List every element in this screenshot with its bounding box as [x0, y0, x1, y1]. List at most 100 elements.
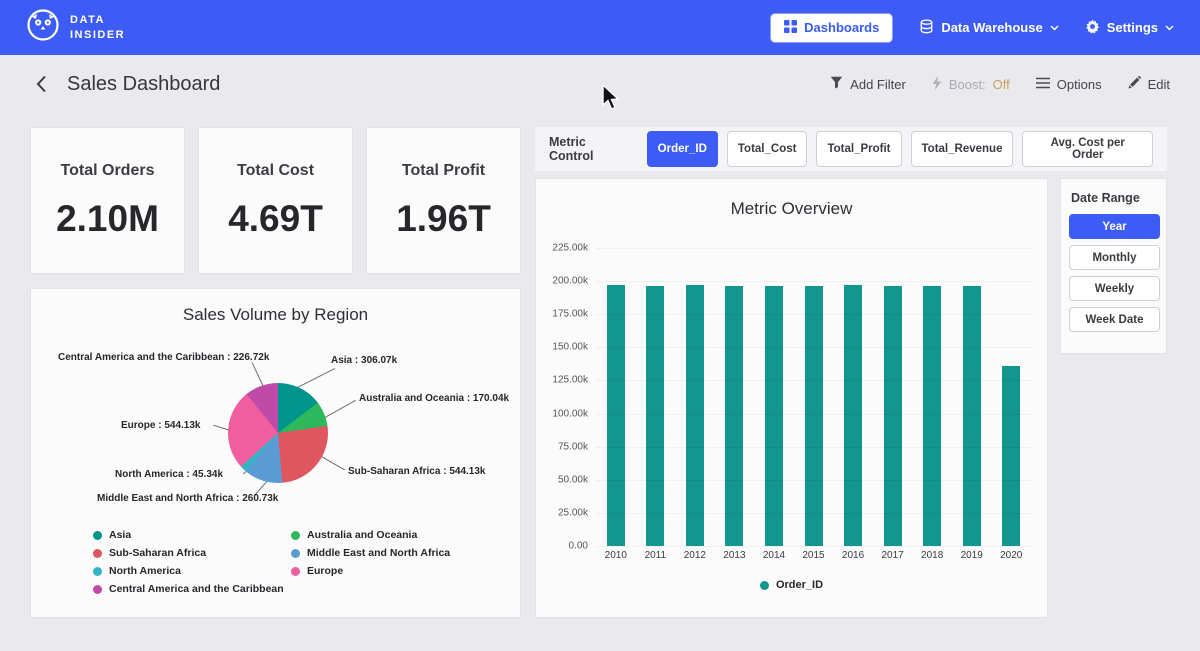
kpi-label: Total Cost	[237, 162, 314, 180]
bar-slot	[912, 248, 952, 546]
legend-label: Middle East and North Africa	[307, 547, 450, 559]
legend-label: Central America and the Caribbean	[109, 583, 284, 595]
bar-2012[interactable]	[686, 285, 704, 546]
edit-button[interactable]: Edit	[1128, 76, 1170, 92]
bar-chart-card: Metric Overview 225.00k200.00k175.00k150…	[535, 178, 1048, 618]
kpi-value: 4.69T	[228, 198, 323, 240]
gridline	[596, 447, 1031, 448]
bar-2011[interactable]	[646, 286, 664, 546]
pie-chart-card: Sales Volume by Region Asia : 306.07k Au…	[30, 288, 521, 618]
metric-option-total-profit[interactable]: Total_Profit	[816, 131, 901, 167]
legend-dot	[291, 531, 300, 540]
database-icon	[919, 19, 934, 37]
boost-label: Boost:	[949, 77, 986, 92]
bar-2016[interactable]	[844, 285, 862, 546]
bar-slot	[952, 248, 992, 546]
brand-logo[interactable]: DATA INSIDER	[26, 8, 125, 47]
bar-slot	[873, 248, 913, 546]
pie-legend-item-asia[interactable]: Asia	[93, 529, 291, 541]
kpi-value: 1.96T	[396, 198, 491, 240]
y-tick-label: 225.00k	[552, 243, 588, 254]
legend-dot	[93, 531, 102, 540]
metric-option-total-revenue[interactable]: Total_Revenue	[911, 131, 1014, 167]
legend-dot	[291, 567, 300, 576]
y-tick-label: 100.00k	[552, 408, 588, 419]
pie-label-north-america: North America : 45.34k	[115, 469, 223, 480]
date-range-option-year[interactable]: Year	[1069, 214, 1160, 239]
bar-2014[interactable]	[765, 286, 783, 546]
legend-label: North America	[109, 565, 181, 577]
metric-control-buttons: Order_IDTotal_CostTotal_Profit Total_Reve…	[647, 131, 1153, 167]
options-button[interactable]: Options	[1036, 77, 1102, 92]
x-axis-labels: 2010201120122013201420152016201720182019…	[596, 550, 1031, 561]
data-warehouse-menu[interactable]: Data Warehouse	[919, 19, 1058, 37]
chevron-down-icon	[1165, 25, 1174, 31]
date-range-option-monthly[interactable]: Monthly	[1069, 245, 1160, 270]
x-tick-label: 2010	[596, 550, 636, 561]
gridline	[596, 414, 1031, 415]
bar-2020[interactable]	[1002, 366, 1020, 546]
add-filter-button[interactable]: Add Filter	[830, 76, 906, 92]
metric-option-total-cost[interactable]: Total_Cost	[727, 131, 808, 167]
date-range-option-weekly[interactable]: Weekly	[1069, 276, 1160, 301]
bar-2010[interactable]	[607, 285, 625, 546]
pie-legend-item-australia-and-oceania[interactable]: Australia and Oceania	[291, 529, 471, 541]
gridline	[596, 513, 1031, 514]
pie-label-asia: Asia : 306.07k	[331, 355, 397, 366]
y-tick-label: 200.00k	[552, 276, 588, 287]
y-tick-label: 25.00k	[558, 507, 588, 518]
pie-legend-item-middle-east-and-north-africa[interactable]: Middle East and North Africa	[291, 547, 471, 559]
bar-2017[interactable]	[884, 286, 902, 546]
brand-line1: DATA	[70, 13, 125, 28]
kpi-card-total-orders: Total Orders 2.10M	[30, 127, 185, 274]
bar-chart-title: Metric Overview	[536, 199, 1047, 219]
bar-2018[interactable]	[923, 286, 941, 546]
x-tick-label: 2015	[794, 550, 834, 561]
legend-label: Australia and Oceania	[307, 529, 417, 541]
metric-option-order-id[interactable]: Order_ID	[647, 131, 718, 167]
page-title: Sales Dashboard	[67, 73, 220, 96]
chevron-down-icon	[1050, 25, 1059, 31]
brand-line2: INSIDER	[70, 28, 125, 43]
kpi-card-total-profit: Total Profit 1.96T	[366, 127, 521, 274]
bar-2013[interactable]	[725, 286, 743, 546]
x-tick-label: 2012	[675, 550, 715, 561]
options-label: Options	[1057, 77, 1102, 92]
pie-legend-item-central-america-and-the-caribbean[interactable]: Central America and the Caribbean	[93, 583, 291, 595]
y-tick-label: 75.00k	[558, 441, 588, 452]
date-range-option-week-date[interactable]: Week Date	[1069, 307, 1160, 332]
x-tick-label: 2018	[912, 550, 952, 561]
pie-legend-item-north-america[interactable]: North America	[93, 565, 291, 577]
gridline	[596, 347, 1031, 348]
pie-legend-item-europe[interactable]: Europe	[291, 565, 471, 577]
bar-legend-item-order-id[interactable]: Order_ID	[760, 579, 823, 591]
x-tick-label: 2013	[715, 550, 755, 561]
bar-slot	[833, 248, 873, 546]
date-range-label: Date Range	[1071, 191, 1158, 205]
legend-dot	[93, 585, 102, 594]
bar-2019[interactable]	[963, 286, 981, 546]
page-header: Sales Dashboard Add Filter Boost: Off Op…	[0, 55, 1200, 113]
dashboards-label: Dashboards	[804, 20, 879, 35]
kpi-card-total-cost: Total Cost 4.69T	[198, 127, 353, 274]
metric-control-label: Metric Control	[549, 135, 634, 163]
pie-chart[interactable]	[228, 383, 328, 483]
metric-option-avg-cost-per-order[interactable]: Avg. Cost per Order	[1022, 131, 1153, 167]
pie-label-sub-saharan-africa: Sub-Saharan Africa : 544.13k	[348, 466, 485, 477]
gridline	[596, 380, 1031, 381]
bars-row	[596, 248, 1031, 546]
x-tick-label: 2020	[991, 550, 1031, 561]
pie-legend-item-sub-saharan-africa[interactable]: Sub-Saharan Africa	[93, 547, 291, 559]
bar-2015[interactable]	[805, 286, 823, 546]
gridline	[596, 480, 1031, 481]
boost-toggle[interactable]: Boost: Off	[932, 76, 1010, 93]
dashboards-button[interactable]: Dashboards	[770, 13, 893, 43]
legend-label: Order_ID	[776, 579, 823, 591]
back-button[interactable]	[30, 71, 53, 97]
pie-label-australia-and-oceania: Australia and Oceania : 170.04k	[359, 393, 509, 404]
bar-slot	[675, 248, 715, 546]
bar-slot	[636, 248, 676, 546]
settings-menu[interactable]: Settings	[1085, 19, 1174, 37]
pie-label-europe: Europe : 544.13k	[121, 420, 200, 431]
kpi-value: 2.10M	[56, 198, 159, 240]
